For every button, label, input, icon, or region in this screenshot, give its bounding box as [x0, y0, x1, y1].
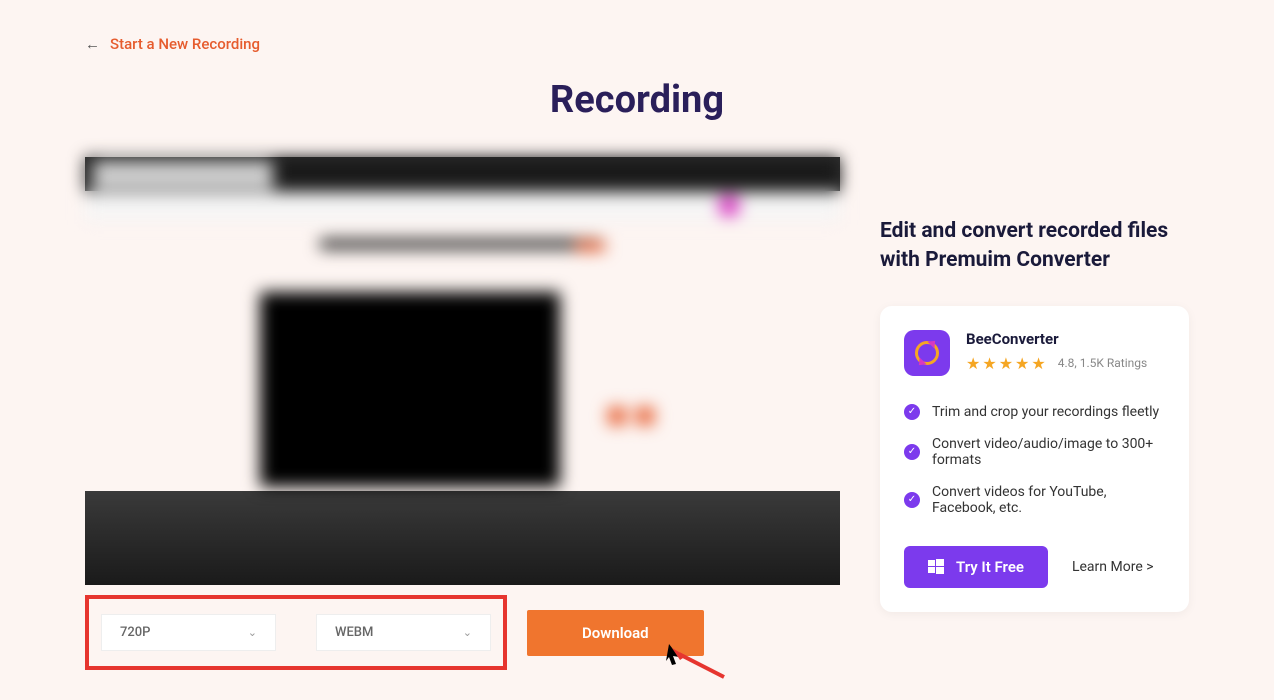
- promo-heading: Edit and convert recorded files with Pre…: [880, 217, 1189, 276]
- star-icon: ★: [982, 354, 996, 373]
- windows-icon: [928, 559, 944, 575]
- star-icon: ★: [1015, 354, 1029, 373]
- product-name: BeeConverter: [966, 330, 1165, 348]
- check-icon: ✓: [904, 444, 920, 460]
- feature-item: ✓ Convert video/audio/image to 300+ form…: [904, 428, 1165, 476]
- rating-stars: ★ ★ ★ ★ ★: [966, 354, 1046, 373]
- download-button[interactable]: Download: [527, 610, 704, 656]
- beeconverter-icon: [904, 330, 950, 376]
- download-label: Download: [582, 624, 649, 642]
- chevron-down-icon: ⌄: [248, 626, 257, 639]
- back-arrow-icon: ←: [85, 35, 100, 53]
- back-new-recording-link[interactable]: ← Start a New Recording: [85, 35, 1189, 53]
- check-icon: ✓: [904, 404, 920, 420]
- check-icon: ✓: [904, 492, 920, 508]
- promo-card: BeeConverter ★ ★ ★ ★ ★ 4.8, 1.5K Ratings: [880, 306, 1189, 612]
- feature-text: Convert video/audio/image to 300+ format…: [932, 436, 1165, 468]
- annotation-arrow-icon: [664, 642, 744, 682]
- star-icon: ★: [999, 354, 1013, 373]
- format-dropdown[interactable]: WEBM ⌄: [316, 614, 491, 651]
- try-free-button[interactable]: Try It Free: [904, 546, 1048, 588]
- star-icon: ★: [1031, 354, 1045, 373]
- try-free-label: Try It Free: [956, 558, 1024, 576]
- resolution-dropdown[interactable]: 720P ⌄: [101, 614, 276, 651]
- rating-text: 4.8, 1.5K Ratings: [1058, 356, 1147, 370]
- feature-text: Convert videos for YouTube, Facebook, et…: [932, 484, 1165, 516]
- feature-text: Trim and crop your recordings fleetly: [932, 404, 1159, 420]
- video-preview: [85, 157, 840, 585]
- learn-more-link[interactable]: Learn More >: [1072, 559, 1154, 575]
- back-link-label: Start a New Recording: [110, 35, 260, 53]
- star-icon: ★: [966, 354, 980, 373]
- chevron-down-icon: ⌄: [463, 626, 472, 639]
- features-list: ✓ Trim and crop your recordings fleetly …: [904, 396, 1165, 524]
- format-value: WEBM: [335, 625, 373, 640]
- feature-item: ✓ Trim and crop your recordings fleetly: [904, 396, 1165, 428]
- options-highlight-box: 720P ⌄ WEBM ⌄: [85, 595, 507, 670]
- feature-item: ✓ Convert videos for YouTube, Facebook, …: [904, 476, 1165, 524]
- resolution-value: 720P: [120, 625, 150, 640]
- page-title: Recording: [85, 78, 1189, 122]
